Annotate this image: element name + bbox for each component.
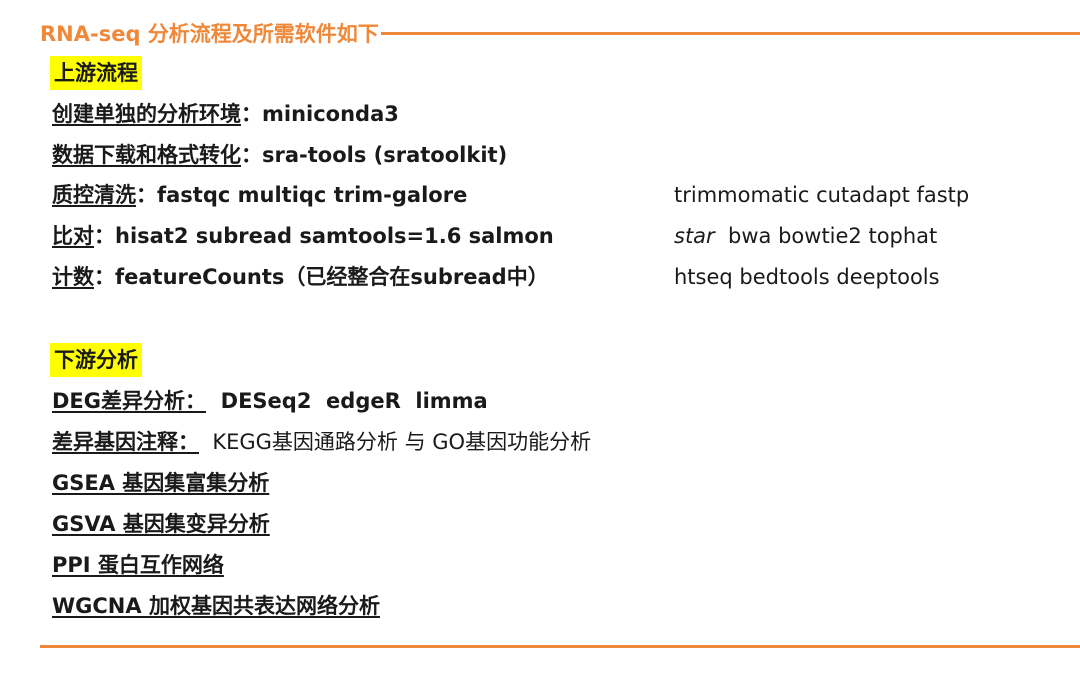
row-sep: ： bbox=[94, 224, 115, 248]
upstream-row-count: 计数：featureCounts（已经整合在subread中） bbox=[52, 260, 549, 294]
downstream-row-gsva: GSVA 基因集变异分析 bbox=[52, 507, 270, 541]
row-tools: featureCounts（已经整合在subread中） bbox=[115, 265, 549, 289]
row-label: 计数 bbox=[52, 265, 94, 289]
row-sep: ： bbox=[241, 143, 262, 167]
upstream-row-align: 比对：hisat2 subread samtools=1.6 salmon bbox=[52, 219, 554, 253]
downstream-heading: 下游分析 bbox=[50, 343, 142, 377]
title-divider bbox=[380, 31, 1080, 35]
row-label: PPI 蛋白互作网络 bbox=[52, 553, 224, 577]
row-plain: KEGG基因通路分析 与 GO基因功能分析 bbox=[199, 430, 592, 454]
upstream-row-qc-alt: trimmomatic cutadapt fastp bbox=[674, 183, 970, 207]
row-label: 数据下载和格式转化 bbox=[52, 143, 241, 167]
downstream-row-ppi: PPI 蛋白互作网络 bbox=[52, 548, 224, 582]
downstream-row-gsea: GSEA 基因集富集分析 bbox=[52, 466, 269, 500]
upstream-row-download: 数据下载和格式转化：sra-tools (sratoolkit) bbox=[52, 138, 507, 172]
row-tools: DESeq2 edgeR limma bbox=[206, 389, 488, 413]
row-tools: fastqc multiqc trim-galore bbox=[157, 183, 468, 207]
row-label: 比对 bbox=[52, 224, 94, 248]
row-sep: ： bbox=[136, 183, 157, 207]
row-sep: ： bbox=[94, 265, 115, 289]
alt-italic-tool: star bbox=[674, 224, 715, 248]
row-label: GSVA 基因集变异分析 bbox=[52, 512, 270, 536]
upstream-row-env: 创建单独的分析环境：miniconda3 bbox=[52, 97, 399, 131]
upstream-row-align-alt: star bwa bowtie2 tophat bbox=[674, 219, 937, 253]
alt-tools: bwa bowtie2 tophat bbox=[714, 224, 938, 248]
upstream-row-count-alt: htseq bedtools deeptools bbox=[674, 265, 940, 289]
row-label: WGCNA 加权基因共表达网络分析 bbox=[52, 594, 380, 618]
upstream-heading: 上游流程 bbox=[50, 56, 142, 90]
row-tools: sra-tools (sratoolkit) bbox=[262, 143, 508, 167]
bottom-divider bbox=[40, 645, 1080, 648]
upstream-row-qc: 质控清洗：fastqc multiqc trim-galore bbox=[52, 178, 467, 212]
row-tools: miniconda3 bbox=[262, 102, 399, 126]
page-title: RNA-seq 分析流程及所需软件如下 bbox=[40, 22, 379, 46]
row-label: 质控清洗 bbox=[52, 183, 136, 207]
row-tools: hisat2 subread samtools=1.6 salmon bbox=[115, 224, 554, 248]
row-label: 差异基因注释： bbox=[52, 430, 199, 454]
row-label: DEG差异分析： bbox=[52, 389, 207, 413]
downstream-row-deg: DEG差异分析： DESeq2 edgeR limma bbox=[52, 384, 488, 418]
downstream-row-annotation: 差异基因注释： KEGG基因通路分析 与 GO基因功能分析 bbox=[52, 425, 591, 459]
row-sep: ： bbox=[241, 102, 262, 126]
downstream-row-wgcna: WGCNA 加权基因共表达网络分析 bbox=[52, 589, 380, 623]
row-label: GSEA 基因集富集分析 bbox=[52, 471, 270, 495]
header: RNA-seq 分析流程及所需软件如下 bbox=[40, 16, 1080, 50]
row-label: 创建单独的分析环境 bbox=[52, 102, 241, 126]
